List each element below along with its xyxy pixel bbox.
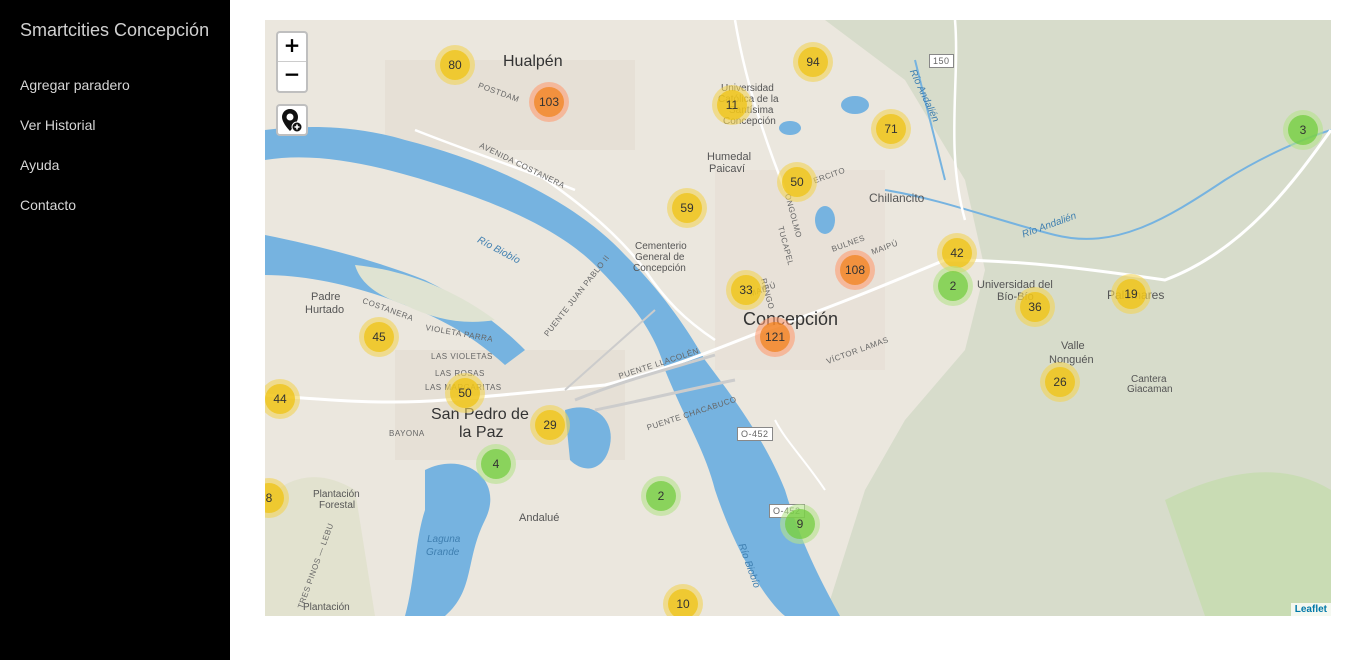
app-title[interactable]: Smartcities Concepción [20, 20, 209, 41]
marker-cluster[interactable]: 33 [726, 270, 766, 310]
marker-cluster[interactable]: 26 [1040, 362, 1080, 402]
marker-cluster[interactable]: 45 [359, 317, 399, 357]
marker-cluster[interactable]: 50 [445, 373, 485, 413]
label-laguna-2: Grande [426, 547, 460, 558]
label-padre-2: Hurtado [305, 304, 345, 316]
marker-cluster[interactable]: 103 [529, 82, 569, 122]
marker-cluster[interactable]: 71 [871, 109, 911, 149]
label-hualpen: Hualpén [503, 53, 563, 70]
lake-small-3 [779, 121, 801, 135]
zoom-control: + − [276, 31, 308, 93]
label-bayona: BAYONA [389, 429, 425, 438]
label-plantacion-3: Plantación [303, 602, 350, 613]
label-cantera-2: Giacaman [1127, 384, 1173, 395]
label-san-pedro-2: la Paz [459, 424, 504, 441]
zoom-in-button[interactable]: + [278, 33, 306, 62]
marker-cluster[interactable]: 29 [530, 405, 570, 445]
marker-cluster[interactable]: 19 [1111, 274, 1151, 314]
marker-cluster[interactable]: 108 [835, 250, 875, 290]
map-pin-plus-icon [282, 109, 303, 133]
label-humedal-2: Paicaví [709, 163, 746, 175]
marker-cluster[interactable]: 94 [793, 42, 833, 82]
marker-cluster[interactable]: 121 [755, 317, 795, 357]
marker-cluster[interactable]: 50 [777, 162, 817, 202]
label-humedal-1: Humedal [707, 151, 752, 163]
label-san-pedro-1: San Pedro de [431, 406, 529, 423]
map-attribution[interactable]: Leaflet [1290, 603, 1331, 616]
sidebar-item-contacto[interactable]: Contacto [20, 195, 130, 235]
sidebar-item-ayuda[interactable]: Ayuda [20, 155, 130, 195]
marker-cluster[interactable]: 3 [1283, 110, 1323, 150]
marker-cluster[interactable]: 80 [435, 45, 475, 85]
route-150-shield: 150 [929, 54, 954, 68]
label-las-violetas: LAS VIOLETAS [431, 352, 493, 361]
label-chillancito: Chillancito [869, 191, 925, 205]
route-o452-shield: O-452 [737, 427, 773, 441]
label-valle-1: Valle [1061, 340, 1085, 352]
marker-cluster[interactable]: 4 [476, 444, 516, 484]
label-laguna-1: Laguna [427, 534, 461, 545]
marker-cluster[interactable]: 9 [780, 504, 820, 544]
lake-small-1 [815, 206, 835, 234]
marker-cluster[interactable]: 2 [641, 476, 681, 516]
label-cementerio-3: Concepción [633, 263, 686, 274]
urban-hualpen [385, 60, 635, 150]
sidebar-item-ver-historial[interactable]: Ver Historial [20, 115, 130, 155]
marker-cluster[interactable]: 59 [667, 188, 707, 228]
lake-small-2 [841, 96, 869, 114]
map-container[interactable]: Hualpén Concepción San Pedro de la Paz C… [265, 20, 1331, 616]
add-stop-button[interactable] [276, 104, 308, 136]
sidebar: Smartcities Concepción Agregar paradero … [0, 0, 230, 660]
label-andalue: Andalué [519, 512, 560, 524]
marker-cluster[interactable]: 36 [1015, 287, 1055, 327]
marker-cluster[interactable]: 11 [712, 85, 752, 125]
sidebar-item-agregar-paradero[interactable]: Agregar paradero [20, 75, 130, 115]
sidebar-nav: Agregar paradero Ver Historial Ayuda Con… [20, 75, 130, 235]
marker-cluster[interactable]: 2 [933, 266, 973, 306]
marker-cluster[interactable]: 10 [663, 584, 703, 616]
label-padre-1: Padre [311, 291, 341, 303]
label-plantacion-2: Forestal [319, 500, 356, 511]
zoom-out-button[interactable]: − [278, 62, 306, 91]
